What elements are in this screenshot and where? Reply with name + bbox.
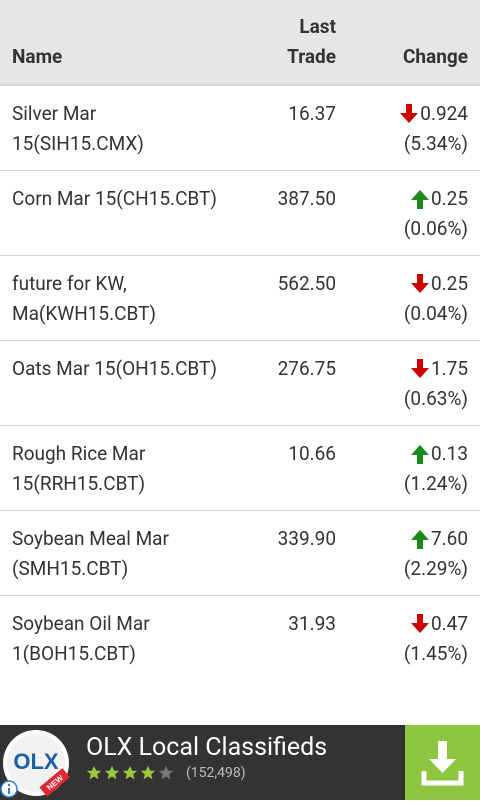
last-trade-value: 31.93: [288, 612, 336, 635]
header-last-trade: Last Trade: [287, 12, 336, 72]
commodity-name-line1: Silver Mar: [12, 102, 97, 125]
star-icon: [140, 765, 156, 780]
table-row[interactable]: Silver Mar 15(SIH15.CMX) 16.37 0.924 (5.34%): [0, 86, 480, 171]
info-icon[interactable]: [0, 780, 18, 798]
star-icon: [158, 765, 174, 780]
commodity-name: Corn Mar 15(CH15.CBT): [12, 184, 247, 214]
arrow-up-icon: [410, 190, 429, 209]
change-value: 0.25: [430, 187, 468, 210]
download-icon: [421, 741, 464, 786]
change-cell: 0.47 (1.45%): [404, 609, 468, 669]
arrow-up-icon: [410, 530, 429, 549]
commodity-name-line1: Rough Rice Mar: [12, 442, 146, 465]
star-icon: [86, 765, 102, 780]
header-last-trade-line1: Last: [299, 15, 336, 38]
ad-banner[interactable]: OLX NEW OLX Local Classifieds (152,498): [0, 725, 480, 800]
change-cell: 0.13 (1.24%): [404, 439, 468, 499]
last-trade-value: 10.66: [288, 442, 336, 465]
commodity-name-line1: Soybean Meal Mar: [12, 527, 169, 550]
arrow-down-icon: [410, 614, 429, 633]
last-trade-value: 276.75: [277, 357, 336, 380]
change-cell: 0.25 (0.06%): [404, 184, 468, 244]
change-percent: (2.29%): [403, 557, 468, 580]
star-icon: [104, 765, 120, 780]
commodity-name: future for KW, Ma(KWH15.CBT): [12, 269, 247, 329]
last-trade-value: 339.90: [277, 527, 336, 550]
change-percent: (1.45%): [403, 642, 468, 665]
commodity-name-line1: future for KW,: [12, 272, 127, 295]
commodity-name: Soybean Oil Mar 1(BOH15.CBT): [12, 609, 247, 669]
table-row[interactable]: Rough Rice Mar 15(RRH15.CBT) 10.66 0.13 (1.2…: [0, 426, 480, 511]
change-percent: (0.04%): [403, 302, 468, 325]
change-percent: (1.24%): [403, 472, 468, 495]
rating-stars: [86, 765, 176, 781]
change-percent: (0.63%): [403, 387, 468, 410]
change-percent: (5.34%): [403, 132, 468, 155]
star-icon: [122, 765, 138, 780]
commodity-name: Oats Mar 15(OH15.CBT): [12, 354, 247, 384]
table-row[interactable]: future for KW, Ma(KWH15.CBT) 562.50 0.25 (0.…: [0, 256, 480, 341]
change-value: 1.75: [430, 357, 468, 380]
table-row[interactable]: Corn Mar 15(CH15.CBT) 387.50 0.25 (0.06%): [0, 171, 480, 256]
change-value: 0.47: [430, 612, 468, 635]
commodity-name-line2: 1(BOH15.CBT): [12, 642, 136, 665]
table-row[interactable]: Soybean Oil Mar 1(BOH15.CBT) 31.93 0.47 (1.4…: [0, 596, 480, 681]
arrow-up-icon: [410, 445, 429, 464]
arrow-down-icon: [410, 359, 429, 378]
table-row[interactable]: Oats Mar 15(OH15.CBT) 276.75 1.75 (0.63%): [0, 341, 480, 426]
commodity-name-line2: 15(SIH15.CMX): [12, 132, 144, 155]
arrow-down-icon: [400, 104, 419, 123]
last-trade-value: 16.37: [288, 102, 336, 125]
commodity-name: Silver Mar 15(SIH15.CMX): [12, 99, 247, 159]
commodity-name: Rough Rice Mar 15(RRH15.CBT): [12, 439, 247, 499]
change-percent: (0.06%): [403, 217, 468, 240]
last-trade-value: 387.50: [277, 187, 336, 210]
commodity-name: Soybean Meal Mar (SMH15.CBT): [12, 524, 247, 584]
header-last-trade-line2: Trade: [287, 45, 336, 68]
change-cell: 1.75 (0.63%): [404, 354, 468, 414]
header-change: Change: [402, 45, 468, 68]
ad-rating: (152,498): [86, 765, 246, 781]
ad-title[interactable]: OLX Local Classifieds: [86, 733, 327, 762]
arrow-down-icon: [410, 274, 429, 293]
olx-logo-text: OLX: [13, 749, 59, 774]
change-cell: 7.60 (2.29%): [404, 524, 468, 584]
commodity-name-line1: Soybean Oil Mar: [12, 612, 150, 635]
change-cell: 0.25 (0.04%): [404, 269, 468, 329]
change-value: 0.924: [420, 102, 468, 125]
table-header: Name Last Trade Change: [0, 0, 480, 86]
header-name: Name: [12, 45, 63, 68]
last-trade-value: 562.50: [277, 272, 336, 295]
commodity-name-line2: Ma(KWH15.CBT): [12, 302, 157, 325]
ad-download-button[interactable]: [405, 725, 480, 800]
quote-list: Silver Mar 15(SIH15.CMX) 16.37 0.924 (5.34%)…: [0, 86, 480, 681]
rating-count: (152,498): [186, 765, 246, 781]
commodity-name-line1: Corn Mar 15(CH15.CBT): [12, 187, 217, 210]
table-row[interactable]: Soybean Meal Mar (SMH15.CBT) 339.90 7.60 (2.…: [0, 511, 480, 596]
change-value: 0.25: [430, 272, 468, 295]
commodity-name-line2: (SMH15.CBT): [12, 557, 129, 580]
commodity-name-line1: Oats Mar 15(OH15.CBT): [12, 357, 217, 380]
change-value: 7.60: [430, 527, 468, 550]
commodity-name-line2: 15(RRH15.CBT): [12, 472, 146, 495]
change-value: 0.13: [430, 442, 468, 465]
change-cell: 0.924 (5.34%): [399, 99, 468, 159]
